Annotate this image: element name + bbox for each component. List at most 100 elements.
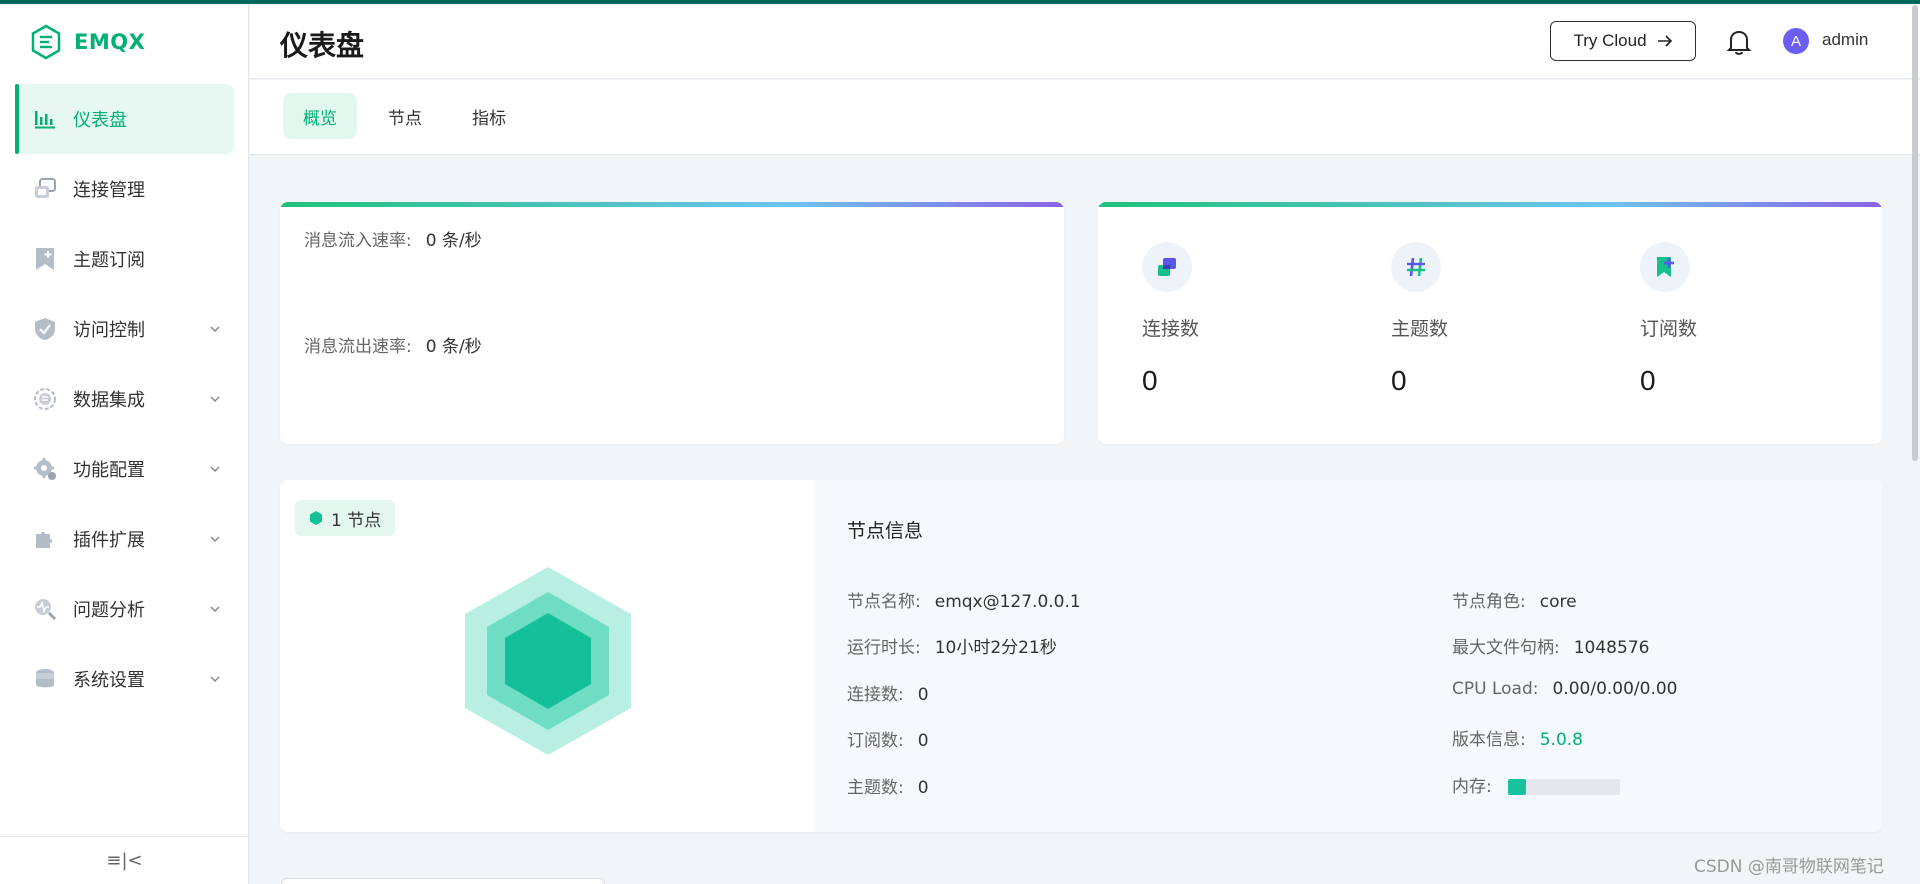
chevron-down-icon (210, 676, 220, 683)
field-value: 0 (917, 731, 929, 751)
tab-bar: 概览 节点 指标 (250, 80, 1920, 155)
sidebar-item-dashboard[interactable]: 仪表盘 (15, 84, 234, 154)
chevron-down-icon (210, 536, 220, 543)
incoming-rate-row: 消息流入速率: 0 条/秒 (304, 226, 482, 251)
node-info-panel: 节点信息 节点名称: emqx@127.0.0.1 运行时长: 10小时2分21秒 … (815, 480, 1882, 832)
username[interactable]: admin (1822, 30, 1868, 50)
try-cloud-button[interactable]: Try Cloud (1550, 21, 1696, 61)
sidebar-item-label: 功能配置 (73, 460, 145, 481)
stat-label: 连接数 (1142, 318, 1200, 340)
max-fds-row: 最大文件句柄: 1048576 (1452, 633, 1649, 658)
watermark: CSDN @南哥物联网笔记 (1694, 857, 1884, 877)
chevron-down-icon (210, 466, 220, 473)
node-hexagon-graphic[interactable] (463, 565, 633, 757)
stats-card: 连接数 0 主题数 0 订阅数 0 (1098, 202, 1882, 444)
diagnose-icon (33, 597, 57, 621)
node-count-label: 1 节点 (331, 510, 382, 531)
node-info-title: 节点信息 (847, 520, 924, 542)
uptime-row: 运行时长: 10小时2分21秒 (847, 633, 1057, 658)
sidebar-item-label: 问题分析 (73, 600, 145, 621)
tab-nodes[interactable]: 节点 (368, 93, 442, 139)
memory-progress-fill (1507, 779, 1526, 795)
tab-overview[interactable]: 概览 (283, 93, 357, 139)
outgoing-rate-value: 0 条/秒 (425, 337, 482, 357)
message-rate-card: 消息流入速率: 0 条/秒 消息流出速率: 0 条/秒 (280, 202, 1064, 444)
stat-value: 0 (1640, 365, 1656, 396)
chevron-down-icon (210, 326, 220, 333)
version-link[interactable]: 5.0.8 (1540, 730, 1583, 750)
sidebar-item-label: 仪表盘 (73, 110, 127, 131)
stat-value: 0 (1142, 365, 1158, 396)
sidebar-item-extensions[interactable]: 插件扩展 (15, 504, 234, 574)
connections-icon (33, 177, 57, 201)
try-cloud-label: Try Cloud (1573, 31, 1647, 50)
field-label: 主题数: (847, 778, 904, 798)
stat-topics: 主题数 0 (1391, 242, 1591, 397)
topics-row: 主题数: 0 (847, 773, 929, 798)
card-gradient-bar (280, 202, 1064, 207)
field-label: 内存: (1452, 777, 1492, 797)
dashboard-chart-icon (33, 107, 57, 131)
field-value: 0 (917, 778, 929, 798)
sidebar-item-subscriptions[interactable]: 主题订阅 (15, 224, 234, 294)
sidebar-item-label: 访问控制 (73, 320, 145, 341)
field-label: 版本信息: (1452, 730, 1526, 750)
field-label: 订阅数: (847, 731, 904, 751)
sidebar-item-access-control[interactable]: 访问控制 (15, 294, 234, 364)
data-integration-icon (33, 387, 57, 411)
sidebar-item-connections[interactable]: 连接管理 (15, 154, 234, 224)
page-scrollbar[interactable] (1912, 5, 1918, 461)
stat-subscriptions: 订阅数 0 (1640, 242, 1840, 397)
connections-row: 连接数: 0 (847, 680, 929, 705)
sidebar-item-label: 连接管理 (73, 180, 145, 201)
connections-stat-icon (1142, 242, 1192, 292)
subscription-bookmark-icon (33, 247, 57, 271)
memory-row: 内存: (1452, 772, 1620, 797)
field-label: 连接数: (847, 685, 904, 705)
stat-label: 订阅数 (1640, 318, 1698, 340)
field-value: 0 (917, 685, 929, 705)
stat-value: 0 (1391, 365, 1407, 396)
plugin-puzzle-icon (33, 527, 57, 551)
gear-icon (33, 457, 57, 481)
outgoing-rate-label: 消息流出速率: (304, 337, 412, 357)
sidebar: EMQX 仪表盘 连接管理 主题订阅 访问控制 数据集成 功能配置 插件扩展 问… (0, 4, 249, 884)
field-value: 0.00/0.00/0.00 (1552, 679, 1678, 699)
sidebar-item-data-integration[interactable]: 数据集成 (15, 364, 234, 434)
header: 仪表盘 Try Cloud A admin (250, 4, 1920, 79)
sidebar-collapse-button[interactable]: ≡|< (0, 836, 249, 884)
arrow-right-icon (1657, 35, 1672, 47)
node-role-row: 节点角色: core (1452, 587, 1577, 612)
hash-topic-icon (1391, 242, 1441, 292)
sidebar-menu: 仪表盘 连接管理 主题订阅 访问控制 数据集成 功能配置 插件扩展 问题分析 系… (15, 84, 234, 714)
field-value: 10小时2分21秒 (934, 638, 1057, 658)
avatar[interactable]: A (1783, 28, 1809, 54)
emqx-logo-icon (31, 24, 61, 60)
field-label: 最大文件句柄: (1452, 638, 1560, 658)
sidebar-item-diagnose[interactable]: 问题分析 (15, 574, 234, 644)
outgoing-rate-row: 消息流出速率: 0 条/秒 (304, 332, 482, 357)
memory-progress-bar[interactable] (1507, 779, 1620, 795)
sidebar-item-label: 系统设置 (73, 670, 145, 691)
next-card-edge (281, 878, 605, 884)
sidebar-item-label: 主题订阅 (73, 250, 145, 271)
sidebar-item-system-settings[interactable]: 系统设置 (15, 644, 234, 714)
node-count-badge[interactable]: 1 节点 (295, 500, 396, 536)
field-label: 节点角色: (1452, 592, 1526, 612)
notification-bell-icon[interactable] (1726, 28, 1752, 56)
sidebar-item-label: 数据集成 (73, 390, 145, 411)
field-label: CPU Load: (1452, 679, 1539, 699)
incoming-rate-value: 0 条/秒 (425, 231, 482, 251)
chevron-down-icon (210, 396, 220, 403)
field-label: 运行时长: (847, 638, 921, 658)
incoming-rate-label: 消息流入速率: (304, 231, 412, 251)
shield-icon (33, 317, 57, 341)
version-row: 版本信息: 5.0.8 (1452, 725, 1583, 750)
collapse-sidebar-icon: ≡|< (106, 850, 143, 871)
field-label: 节点名称: (847, 592, 921, 612)
tab-metrics[interactable]: 指标 (452, 93, 526, 139)
page-title: 仪表盘 (280, 29, 365, 62)
sidebar-item-feature-config[interactable]: 功能配置 (15, 434, 234, 504)
logo[interactable]: EMQX (30, 24, 145, 60)
hexagon-node-icon (310, 511, 322, 525)
